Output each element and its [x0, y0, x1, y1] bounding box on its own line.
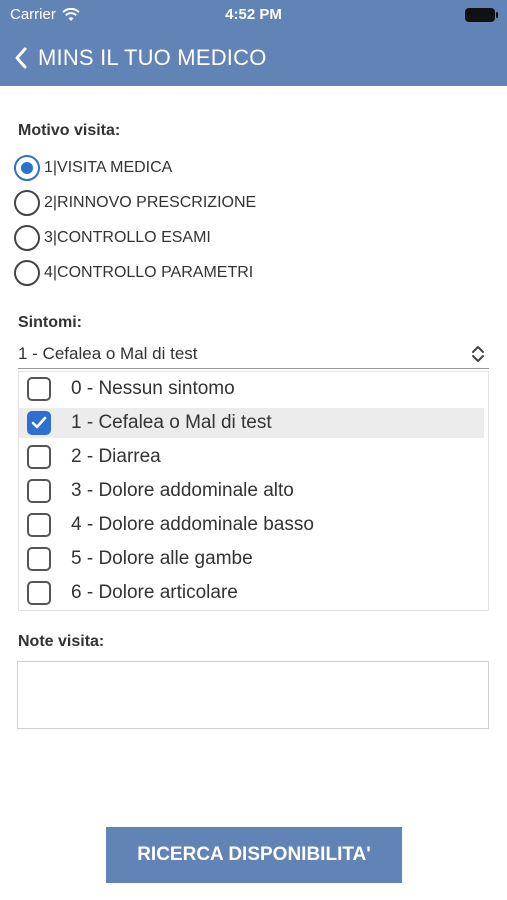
radio-option-visita-medica[interactable]: 1|VISITA MEDICA: [14, 155, 172, 181]
radio-option-rinnovo-prescrizione[interactable]: 2|RINNOVO PRESCRIZIONE: [14, 190, 256, 216]
battery-icon: [465, 8, 498, 22]
checkbox-unchecked-icon[interactable]: [27, 547, 51, 571]
sintomi-selected-value: 1 - Cefalea o Mal di test: [18, 344, 198, 363]
sintomo-option-label: 2 - Diarrea: [71, 446, 161, 467]
sintomo-option[interactable]: 6 - Dolore articolare: [19, 578, 484, 608]
sintomo-option-label: 5 - Dolore alle gambe: [71, 548, 253, 569]
motivo-label: Motivo visita:: [18, 122, 121, 139]
radio-option-controllo-parametri[interactable]: 4|CONTROLLO PARAMETRI: [14, 260, 253, 286]
sintomo-option[interactable]: 5 - Dolore alle gambe: [19, 544, 484, 574]
sintomo-option[interactable]: 3 - Dolore addominale alto: [19, 476, 484, 506]
sintomo-option[interactable]: 2 - Diarrea: [19, 442, 484, 472]
checkbox-unchecked-icon[interactable]: [27, 377, 51, 401]
radio-label: 3|CONTROLLO ESAMI: [44, 229, 211, 246]
ricerca-disponibilita-button[interactable]: RICERCA DISPONIBILITA': [106, 827, 402, 883]
radio-selected-icon[interactable]: [14, 155, 40, 181]
radio-label: 4|CONTROLLO PARAMETRI: [44, 264, 254, 281]
radio-unselected-icon[interactable]: [14, 260, 40, 286]
sintomo-option-label: 3 - Dolore addominale alto: [71, 480, 294, 501]
radio-unselected-icon[interactable]: [14, 225, 40, 251]
radio-label: 2|RINNOVO PRESCRIZIONE: [44, 194, 257, 211]
sintomo-option-label: 6 - Dolore articolare: [71, 582, 238, 603]
radio-unselected-icon[interactable]: [14, 190, 40, 216]
sintomo-option-label: 4 - Dolore addominale basso: [71, 514, 314, 535]
radio-option-controllo-esami[interactable]: 3|CONTROLLO ESAMI: [14, 225, 211, 251]
status-bar: Carrier 4:52 PM: [0, 0, 507, 30]
sintomo-option[interactable]: 4 - Dolore addominale basso: [19, 510, 484, 540]
sintomi-select[interactable]: 1 - Cefalea o Mal di test: [18, 340, 489, 369]
status-time: 4:52 PM: [225, 6, 282, 23]
checkbox-checked-icon[interactable]: [27, 411, 51, 435]
note-label: Note visita:: [18, 633, 105, 650]
back-button[interactable]: MINS IL TUO MEDICO: [0, 30, 267, 86]
page-title: MINS IL TUO MEDICO: [38, 45, 267, 70]
checkbox-unchecked-icon[interactable]: [27, 513, 51, 537]
sintomi-options-list[interactable]: 0 - Nessun sintomo 1 - Cefalea o Mal di …: [18, 371, 489, 611]
note-textarea[interactable]: [17, 661, 489, 729]
radio-label: 1|VISITA MEDICA: [44, 159, 173, 176]
sintomo-option[interactable]: 0 - Nessun sintomo: [19, 374, 484, 404]
sintomo-option-label: 0 - Nessun sintomo: [71, 378, 235, 399]
select-arrows-icon: [467, 345, 489, 363]
chevron-left-icon: [15, 47, 27, 69]
navigation-bar: MINS IL TUO MEDICO: [0, 30, 507, 86]
sintomo-option-label: 1 - Cefalea o Mal di test: [71, 412, 272, 433]
checkbox-unchecked-icon[interactable]: [27, 479, 51, 503]
sintomi-label: Sintomi:: [18, 314, 82, 331]
sintomo-option[interactable]: 1 - Cefalea o Mal di test: [19, 408, 484, 438]
checkbox-unchecked-icon[interactable]: [27, 581, 51, 605]
checkbox-unchecked-icon[interactable]: [27, 445, 51, 469]
